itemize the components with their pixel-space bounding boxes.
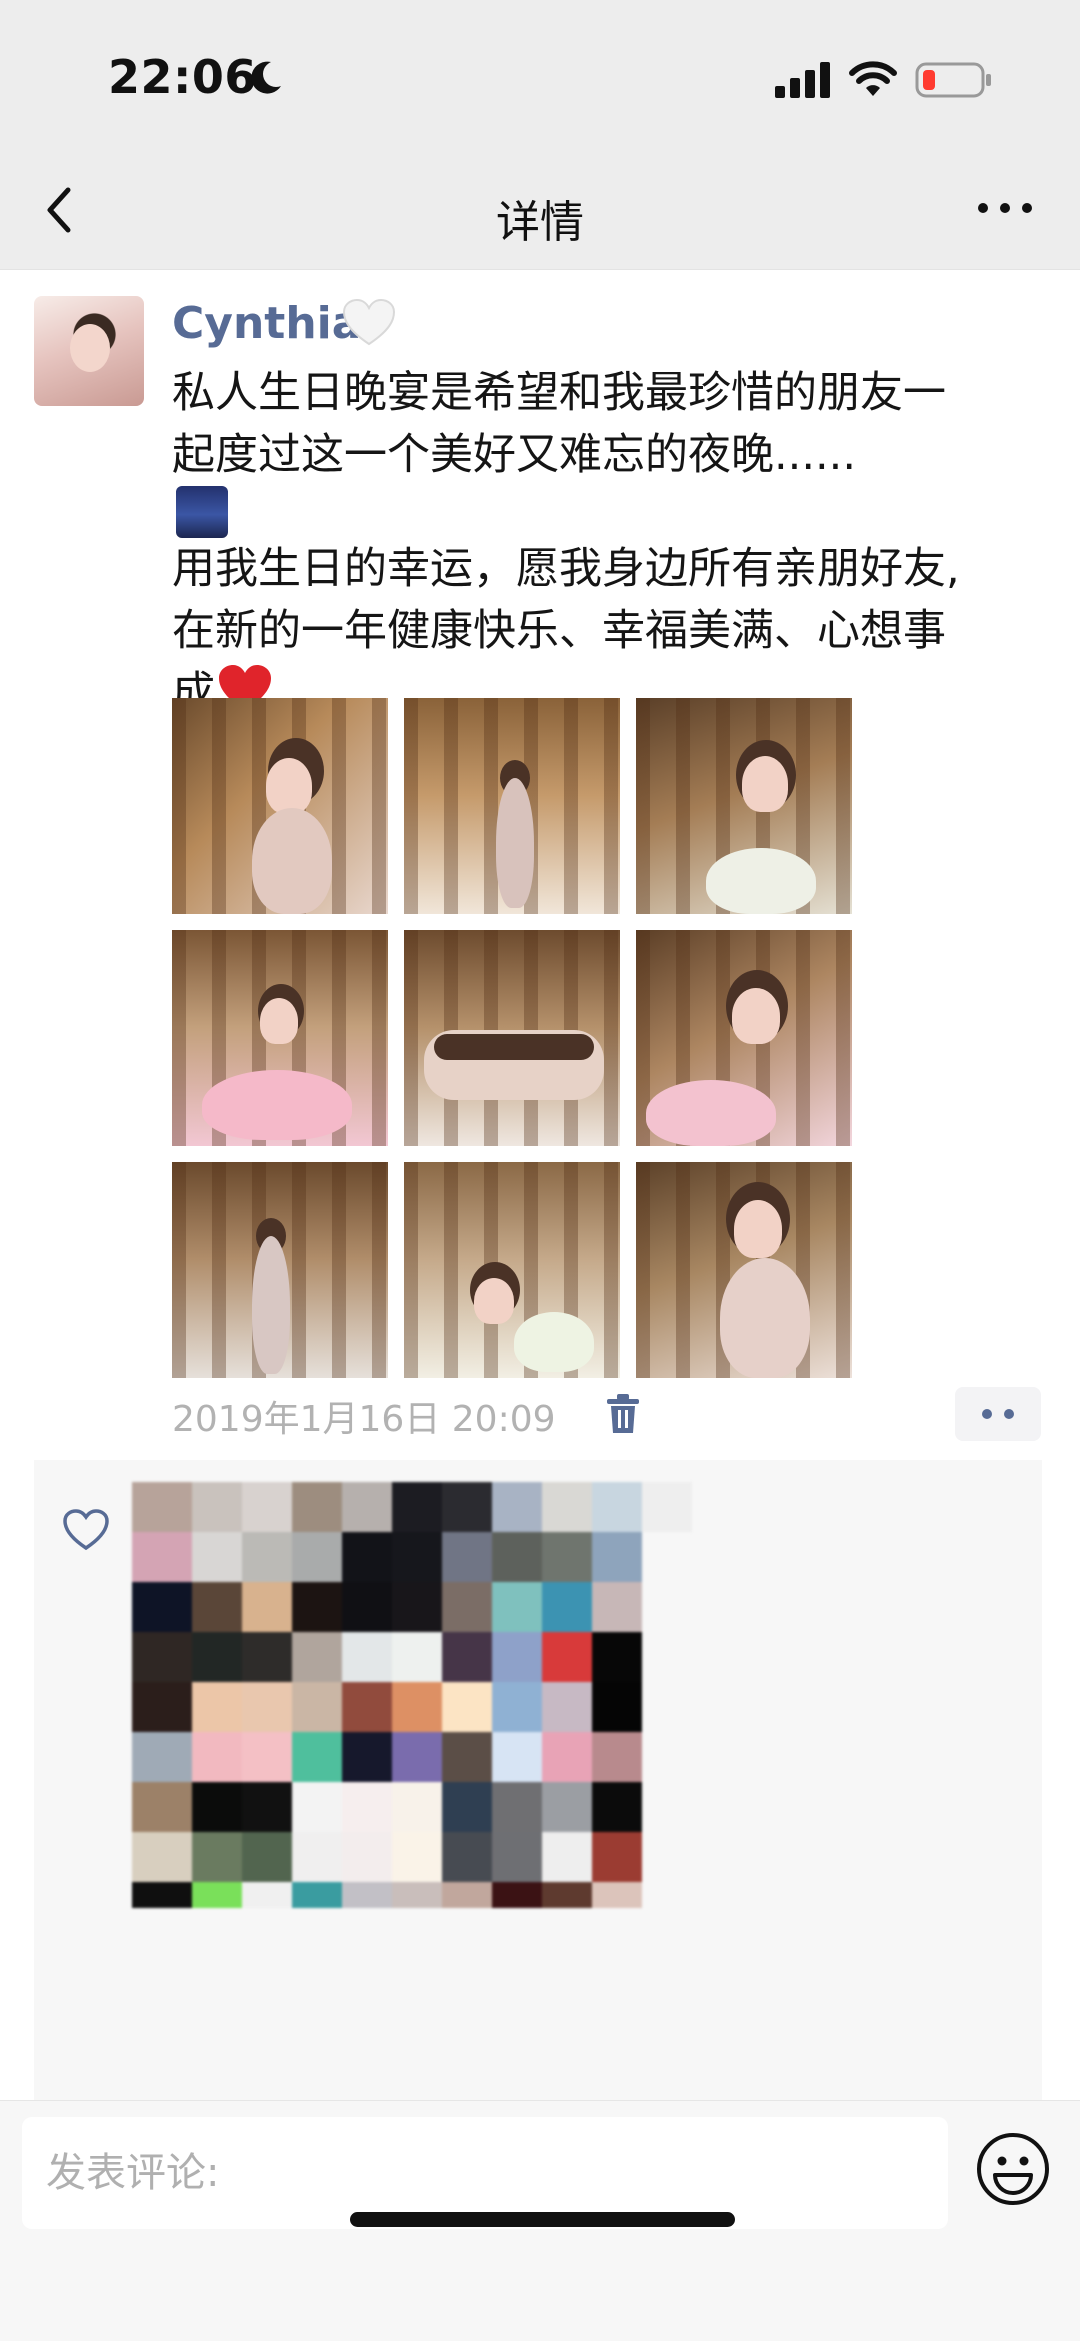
post-timestamp: 2019年1月16日 20:09 xyxy=(172,1399,556,1440)
moon-icon xyxy=(251,61,281,94)
signal-icon xyxy=(775,62,830,98)
post-photo[interactable] xyxy=(172,930,388,1146)
post-photo[interactable] xyxy=(404,930,620,1146)
battery-icon xyxy=(915,62,991,98)
post-text-line: 起度过这一个美好又难忘的夜晚...... xyxy=(172,430,857,480)
more-icon[interactable] xyxy=(975,198,1035,218)
photo-grid xyxy=(172,698,852,1378)
comment-options-button[interactable] xyxy=(955,1387,1041,1441)
avatar[interactable] xyxy=(34,296,144,406)
liked-avatars-mosaic[interactable] xyxy=(132,1482,922,2100)
smiley-icon[interactable] xyxy=(975,2131,1051,2207)
white-heart-icon xyxy=(342,298,396,346)
post-photo[interactable] xyxy=(404,1162,620,1378)
status-time: 22:06 xyxy=(108,50,257,104)
night-city-icon xyxy=(176,486,228,538)
page-title: 详情 xyxy=(496,197,584,248)
wifi-icon xyxy=(849,61,897,96)
post-text-line: 在新的一年健康快乐、幸福美满、心想事 xyxy=(172,606,946,656)
post-username[interactable]: Cynthia xyxy=(172,298,361,349)
post-text-line-with-emoji: 起度过这一个美好又难忘的夜晚...... xyxy=(172,424,1052,538)
post-photo[interactable] xyxy=(636,1162,852,1378)
like-heart-icon xyxy=(63,1509,109,1551)
post-photo[interactable] xyxy=(172,698,388,914)
post-text-line: 私人生日晚宴是希望和我最珍惜的朋友一 xyxy=(172,368,946,418)
post-photo[interactable] xyxy=(636,698,852,914)
more-dots-icon xyxy=(982,1409,1014,1419)
trash-icon[interactable] xyxy=(603,1393,643,1435)
post-photo[interactable] xyxy=(172,1162,388,1378)
post-text-line: 用我生日的幸运，愿我身边所有亲朋好友, xyxy=(172,544,960,594)
status-bar: 22:06 xyxy=(0,0,1080,150)
likes-panel xyxy=(34,1460,1042,2100)
post-photo[interactable] xyxy=(404,698,620,914)
nav-bar: 详情 xyxy=(0,150,1080,270)
home-indicator[interactable] xyxy=(350,2212,735,2227)
post-text: 私人生日晚宴是希望和我最珍惜的朋友一 起度过这一个美好又难忘的夜晚...... … xyxy=(172,362,1052,724)
post-photo[interactable] xyxy=(636,930,852,1146)
